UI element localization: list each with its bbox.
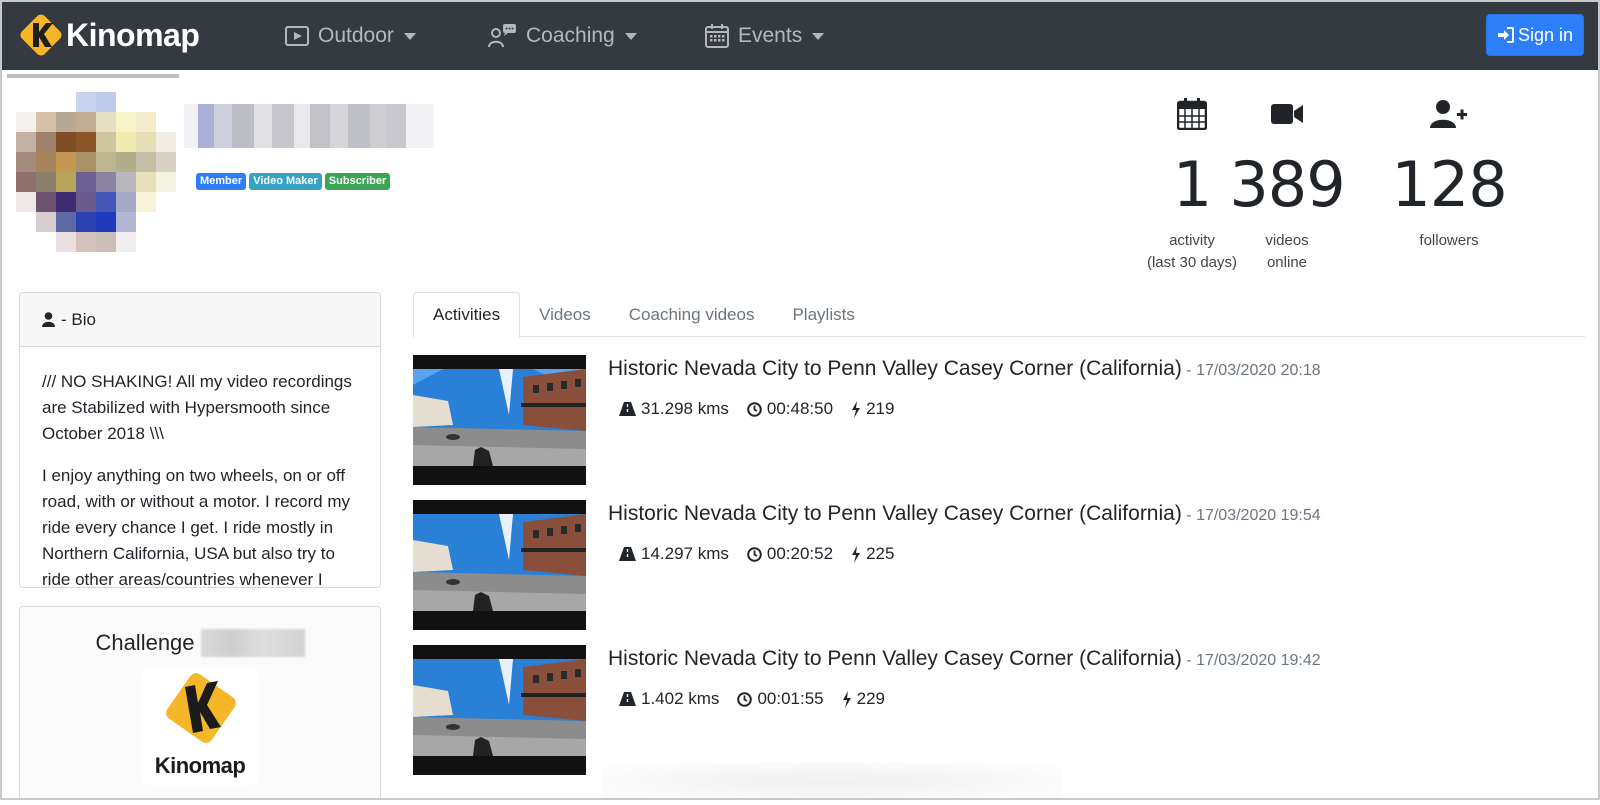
- road-icon: [619, 692, 636, 706]
- power-value: 229: [856, 689, 885, 708]
- bio-body: /// NO SHAKING! All my video recordings …: [20, 347, 380, 588]
- road-icon: [619, 402, 636, 416]
- videos-count: 389: [1229, 148, 1345, 221]
- videos-label: videos: [1265, 232, 1309, 249]
- challenge-title-label: Challenge: [95, 630, 195, 655]
- chevron-down-icon: [403, 32, 416, 40]
- subscriber-badge: Subscriber: [324, 173, 391, 190]
- clock-icon: [747, 546, 762, 562]
- challenge-name-redacted: [200, 629, 305, 657]
- video-thumbnail[interactable]: [413, 645, 586, 775]
- chevron-down-icon: [812, 32, 825, 40]
- activity-meta: 31.298 kms 00:48:50 219: [619, 399, 912, 419]
- activity-item: Historic Nevada City to Penn Valley Case…: [413, 500, 1583, 630]
- activity-title-link[interactable]: Historic Nevada City to Penn Valley Case…: [608, 357, 1182, 380]
- top-navbar: Kinomap Outdoor Coaching Events Sign in: [2, 2, 1598, 70]
- road-icon: [619, 547, 636, 561]
- challenge-logo[interactable]: Kinomap: [141, 667, 259, 785]
- activity-meta: 1.402 kms 00:01:55 229: [619, 689, 903, 709]
- activity-meta: 14.297 kms 00:20:52 225: [619, 544, 912, 564]
- stat-followers[interactable]: 128 followers: [1374, 96, 1524, 252]
- activity-sublabel: (last 30 days): [1146, 254, 1238, 271]
- brand-name: Kinomap: [66, 16, 200, 53]
- power-value: 219: [866, 399, 895, 418]
- activity-date: - 17/03/2020 19:42: [1181, 652, 1321, 669]
- bio-paragraph: I enjoy anything on two wheels, on or of…: [42, 466, 351, 588]
- video-thumbnail[interactable]: [413, 355, 586, 485]
- duration-value: 00:01:55: [757, 689, 824, 708]
- profile-tabs: Activities Videos Coaching videos Playli…: [413, 292, 1585, 338]
- videos-sublabel: online: [1266, 254, 1308, 271]
- followers-count: 128: [1391, 148, 1507, 221]
- bolt-icon: [852, 400, 861, 418]
- username-redacted: [184, 104, 434, 148]
- bio-header-label: - Bio: [61, 309, 96, 329]
- calendar-icon: [705, 24, 729, 48]
- tab-playlists[interactable]: Playlists: [773, 292, 873, 337]
- loading-bar: [7, 74, 179, 78]
- challenge-title: Challenge: [20, 629, 380, 657]
- kinomap-logo-icon: [166, 673, 236, 743]
- video-maker-badge: Video Maker: [249, 173, 322, 190]
- user-plus-icon: [1430, 100, 1467, 128]
- user-icon: [42, 312, 55, 327]
- nav-outdoor-dropdown[interactable]: Outdoor: [284, 20, 416, 52]
- play-square-icon: [285, 26, 309, 46]
- tab-coaching-videos[interactable]: Coaching videos: [610, 292, 774, 337]
- activity-item: Historic Nevada City to Penn Valley Case…: [413, 645, 1583, 775]
- bio-card: - Bio /// NO SHAKING! All my video recor…: [19, 292, 381, 588]
- bio-paragraph: /// NO SHAKING! All my video recordings …: [42, 372, 352, 443]
- activity-title-link[interactable]: Historic Nevada City to Penn Valley Case…: [608, 647, 1182, 670]
- chevron-down-icon: [624, 32, 637, 40]
- challenge-logo-text: Kinomap: [154, 753, 246, 778]
- sign-in-button[interactable]: Sign in: [1486, 14, 1584, 56]
- distance-value: 1.402 kms: [641, 689, 720, 708]
- member-badge: Member: [196, 173, 247, 190]
- activity-label: activity: [1169, 232, 1215, 249]
- tab-activities[interactable]: Activities: [413, 292, 521, 338]
- bolt-icon: [852, 545, 861, 563]
- activity-item: Historic Nevada City to Penn Valley Case…: [413, 355, 1583, 485]
- duration-value: 00:20:52: [766, 544, 834, 563]
- distance-value: 14.297 kms: [641, 544, 729, 563]
- nav-coaching-label: Coaching: [526, 24, 615, 47]
- nav-events-dropdown[interactable]: Events: [704, 20, 825, 52]
- bolt-icon: [842, 690, 851, 708]
- nav-events-label: Events: [738, 24, 803, 47]
- distance-value: 31.298 kms: [641, 399, 729, 418]
- sign-in-icon: [1497, 27, 1514, 43]
- kinomap-logo-icon: [20, 14, 62, 56]
- activity-date: - 17/03/2020 20:18: [1181, 362, 1321, 379]
- video-camera-icon: [1271, 104, 1303, 124]
- duration-value: 00:48:50: [766, 399, 834, 418]
- clock-icon: [747, 401, 762, 417]
- tab-videos[interactable]: Videos: [520, 292, 610, 337]
- activity-date: - 17/03/2020 19:54: [1181, 507, 1321, 524]
- clock-icon: [737, 691, 753, 707]
- coach-icon: [488, 24, 516, 48]
- profile-badges: Member Video Maker Subscriber: [196, 173, 391, 190]
- nav-outdoor-label: Outdoor: [318, 24, 394, 47]
- bio-header: - Bio: [20, 293, 380, 347]
- brand-link[interactable]: Kinomap: [18, 12, 200, 58]
- avatar: [16, 92, 176, 252]
- nav-coaching-dropdown[interactable]: Coaching: [488, 20, 637, 52]
- sign-in-label: Sign in: [1517, 24, 1574, 45]
- activity-title-link[interactable]: Historic Nevada City to Penn Valley Case…: [608, 502, 1182, 525]
- followers-label: followers: [1419, 232, 1479, 249]
- challenge-card: Challenge Kinomap: [19, 606, 381, 798]
- stat-videos[interactable]: 389 videos online: [1227, 96, 1347, 274]
- calendar-icon: [1177, 98, 1207, 130]
- power-value: 225: [866, 544, 895, 563]
- scroll-shadow: [602, 762, 1062, 798]
- video-thumbnail[interactable]: [413, 500, 586, 630]
